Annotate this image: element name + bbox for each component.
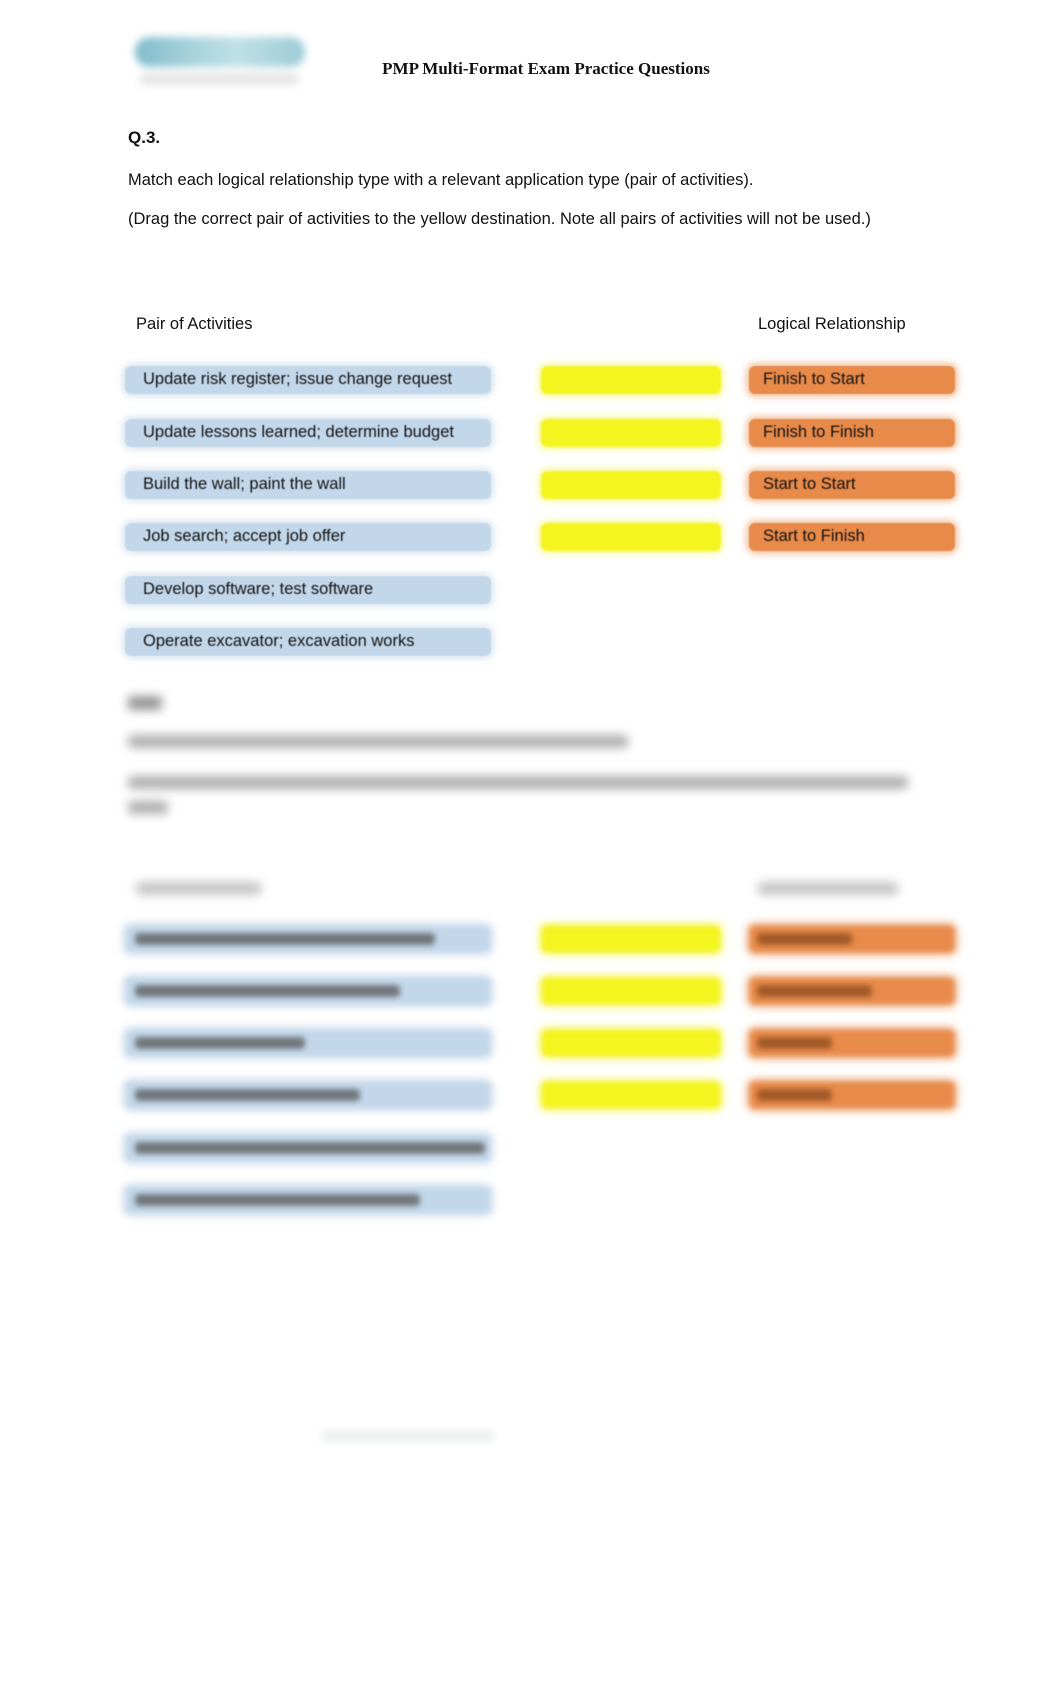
blurred-pair	[125, 925, 491, 953]
question-instruction: Match each logical relationship type wit…	[128, 171, 754, 189]
draggable-pair[interactable]: Develop software; test software	[125, 576, 491, 604]
blurred-pair	[125, 977, 491, 1005]
blurred-drop-target	[541, 1081, 721, 1109]
relationship-label: Finish to Start	[763, 370, 865, 388]
drop-target[interactable]	[541, 471, 721, 499]
blurred-pair	[125, 1029, 491, 1057]
draggable-pair[interactable]: Job search; accept job offer	[125, 523, 491, 551]
pair-label: Develop software; test software	[143, 580, 374, 598]
pair-label: Build the wall; paint the wall	[143, 475, 346, 493]
relationship-box: Finish to Start	[749, 366, 955, 394]
pair-label: Update lessons learned; determine budget	[143, 423, 454, 441]
relationship-label: Finish to Finish	[763, 423, 874, 441]
pair-label: Job search; accept job offer	[143, 527, 346, 545]
blurred-pair	[125, 1081, 491, 1109]
relationship-box: Start to Start	[749, 471, 955, 499]
blurred-left-header	[136, 882, 261, 895]
drop-target[interactable]	[541, 366, 721, 394]
draggable-pair[interactable]: Build the wall; paint the wall	[125, 471, 491, 499]
document-title: PMP Multi-Format Exam Practice Questions	[382, 59, 710, 78]
draggable-pair[interactable]: Update lessons learned; determine budget	[125, 419, 491, 447]
pair-of-activities-header: Pair of Activities	[136, 315, 253, 333]
pair-label: Update risk register; issue change reque…	[143, 370, 453, 388]
blurred-note-line2	[128, 801, 168, 814]
relationship-box: Finish to Finish	[749, 419, 955, 447]
question-note: (Drag the correct pair of activities to …	[128, 210, 871, 228]
blurred-right-header	[758, 882, 898, 895]
relationship-label: Start to Start	[763, 475, 856, 493]
drop-target[interactable]	[541, 419, 721, 447]
relationship-box: Start to Finish	[749, 523, 955, 551]
blurred-pair	[125, 1134, 491, 1162]
relationship-label: Start to Finish	[763, 527, 865, 545]
blurred-type-box	[749, 925, 955, 953]
blurred-pair	[125, 1186, 491, 1214]
blurred-drop-target	[541, 925, 721, 953]
blurred-note-line1	[128, 776, 908, 789]
draggable-pair[interactable]: Operate excavator; excavation works	[125, 628, 491, 656]
blurred-type-box	[749, 977, 955, 1005]
blurred-question-label	[128, 696, 162, 710]
question-label: Q.3.	[128, 128, 161, 147]
blurred-drop-target	[541, 977, 721, 1005]
draggable-pair[interactable]: Update risk register; issue change reque…	[125, 366, 491, 394]
drop-target[interactable]	[541, 523, 721, 551]
footer-mark	[322, 1430, 494, 1442]
blurred-type-box	[749, 1081, 955, 1109]
logical-relationship-header: Logical Relationship	[758, 315, 906, 333]
blurred-type-box	[749, 1029, 955, 1057]
blurred-instruction	[128, 735, 628, 748]
blurred-drop-target	[541, 1029, 721, 1057]
pair-label: Operate excavator; excavation works	[143, 632, 415, 650]
